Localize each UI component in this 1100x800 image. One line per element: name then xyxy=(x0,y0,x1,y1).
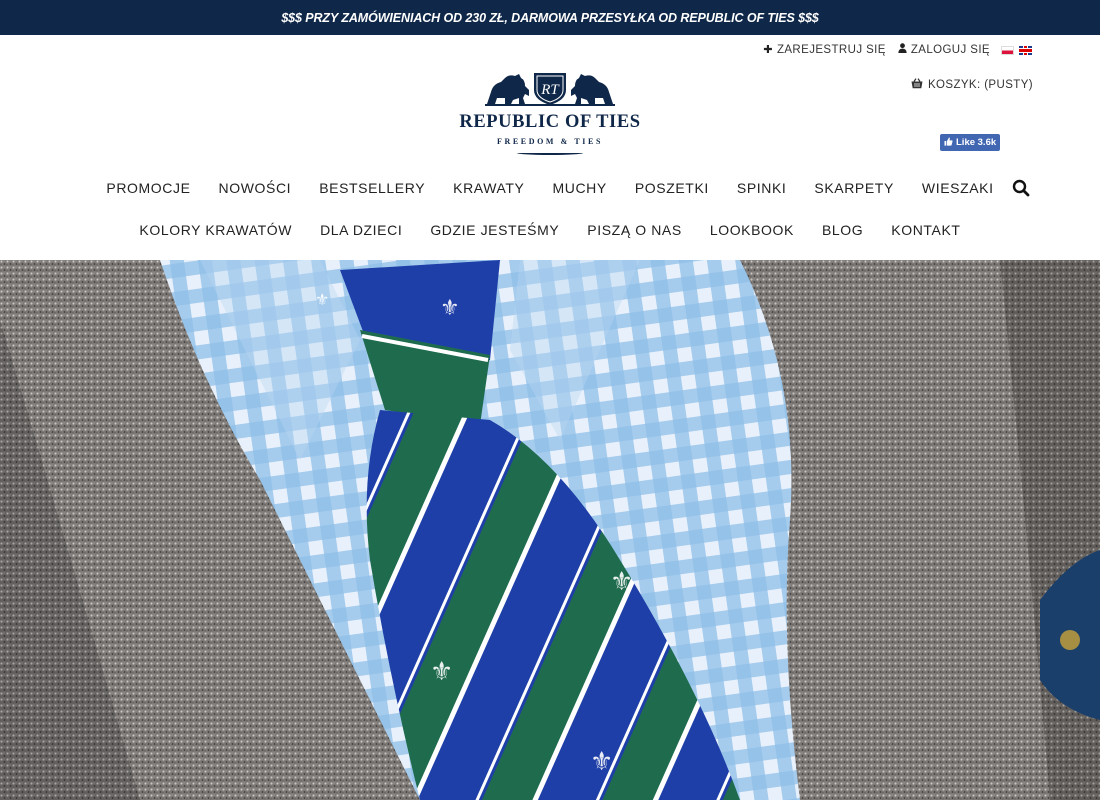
svg-text:⚜: ⚜ xyxy=(590,747,613,777)
flag-pl-icon[interactable] xyxy=(1001,46,1014,55)
site-logo[interactable]: RT REPUBLIC OF TIES FREEDOM & TIES xyxy=(459,68,641,164)
nav-item-kontakt[interactable]: KONTAKT xyxy=(877,222,974,238)
svg-text:⚜: ⚜ xyxy=(430,657,453,687)
register-link[interactable]: ✚ ZAREJESTRUJ SIĘ xyxy=(763,43,886,57)
main-nav-row-2: KOLORY KRAWATÓW DLA DZIECI GDZIE JESTEŚM… xyxy=(0,222,1100,238)
cart-link[interactable]: KOSZYK: (PUSTY) xyxy=(911,78,1033,92)
lions-crest-icon: RT xyxy=(485,73,615,106)
nav-item-skarpety[interactable]: SKARPETY xyxy=(800,180,908,196)
nav-item-blog[interactable]: BLOG xyxy=(808,222,877,238)
promo-bar: $$$ PRZY ZAMÓWIENIACH OD 230 ZŁ, DARMOWA… xyxy=(0,0,1100,35)
register-label: ZAREJESTRUJ SIĘ xyxy=(776,43,886,56)
main-nav-row-1: PROMOCJE NOWOŚCI BESTSELLERY KRAWATY MUC… xyxy=(0,180,1100,196)
svg-text:⚜: ⚜ xyxy=(610,567,633,597)
nav-item-bestsellery[interactable]: BESTSELLERY xyxy=(305,180,439,196)
logo-name: REPUBLIC OF TIES xyxy=(459,112,641,132)
hero-image[interactable]: ⚜ ⚜ ⚜ ⚜ ⚜ xyxy=(0,260,1100,800)
nav-item-spinki[interactable]: SPINKI xyxy=(723,180,801,196)
nav-item-nowosci[interactable]: NOWOŚCI xyxy=(205,180,306,196)
nav-item-lookbook[interactable]: LOOKBOOK xyxy=(696,222,808,238)
nav-item-poszetki[interactable]: POSZETKI xyxy=(621,180,723,196)
cart-label: KOSZYK: (PUSTY) xyxy=(927,79,1033,91)
nav-item-gdzie-jestesmy[interactable]: GDZIE JESTEŚMY xyxy=(416,222,573,238)
user-icon xyxy=(898,43,907,56)
svg-text:⚜: ⚜ xyxy=(315,290,329,309)
search-icon[interactable] xyxy=(1012,179,1030,197)
logo-swoosh xyxy=(517,151,583,155)
thumbs-up-icon xyxy=(944,137,953,148)
language-switcher xyxy=(1001,46,1032,55)
site-header: ✚ ZAREJESTRUJ SIĘ ZALOGUJ SIĘ KOSZYK: (P… xyxy=(0,35,1100,260)
login-link[interactable]: ZALOGUJ SIĘ xyxy=(898,43,990,56)
nav-item-pisza-o-nas[interactable]: PISZĄ O NAS xyxy=(573,222,696,238)
login-label: ZALOGUJ SIĘ xyxy=(910,43,990,56)
nav-item-promocje[interactable]: PROMOCJE xyxy=(92,180,204,196)
hero-tie-illustration: ⚜ ⚜ ⚜ ⚜ ⚜ xyxy=(0,260,1100,800)
basket-icon xyxy=(911,78,923,92)
nav-item-wieszaki[interactable]: WIESZAKI xyxy=(908,180,1008,196)
logo-monogram: RT xyxy=(540,82,560,98)
svg-text:⚜: ⚜ xyxy=(440,296,460,321)
plus-icon: ✚ xyxy=(763,44,773,56)
nav-item-krawaty[interactable]: KRAWATY xyxy=(439,180,538,196)
promo-text: $$$ PRZY ZAMÓWIENIACH OD 230 ZŁ, DARMOWA… xyxy=(281,10,819,25)
nav-item-dla-dzieci[interactable]: DLA DZIECI xyxy=(306,222,416,238)
nav-item-muchy[interactable]: MUCHY xyxy=(539,180,621,196)
facebook-like-label: Like 3.6k xyxy=(956,137,997,148)
account-links: ✚ ZAREJESTRUJ SIĘ ZALOGUJ SIĘ xyxy=(763,43,990,56)
facebook-like-button[interactable]: Like 3.6k xyxy=(940,134,1001,151)
nav-item-kolory-krawatow[interactable]: KOLORY KRAWATÓW xyxy=(125,222,306,238)
flag-en-icon[interactable] xyxy=(1019,46,1032,55)
logo-tagline: FREEDOM & TIES xyxy=(496,137,604,146)
